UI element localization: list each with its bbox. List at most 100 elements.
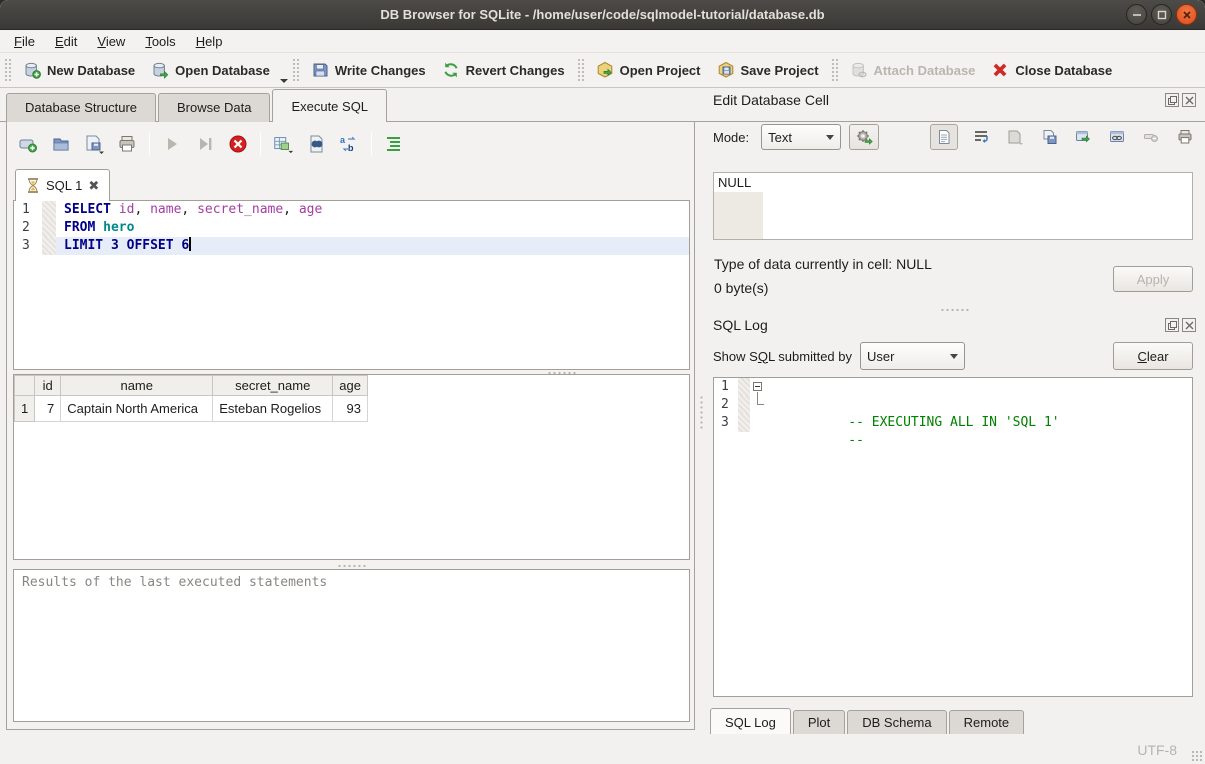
line-number: 3 bbox=[14, 237, 42, 255]
tab-sql-log[interactable]: SQL Log bbox=[710, 708, 791, 736]
execute-sql-panel: a b SQL 1 ✖ bbox=[6, 122, 695, 730]
close-button[interactable] bbox=[1176, 4, 1197, 25]
submitted-by-select[interactable]: User bbox=[860, 342, 965, 370]
edit-cell-dock-header: Edit Database Cell bbox=[713, 90, 1196, 110]
tab-database-structure[interactable]: Database Structure bbox=[6, 93, 156, 122]
column-header-name[interactable]: name bbox=[61, 376, 213, 396]
maximize-button[interactable] bbox=[1151, 4, 1172, 25]
toolbar-drag-handle[interactable] bbox=[4, 58, 11, 82]
fold-marker-icon[interactable] bbox=[753, 382, 762, 391]
menu-file[interactable]: File bbox=[4, 32, 45, 51]
log-line: 2 -- bbox=[714, 396, 1192, 414]
auto-switch-mode-button[interactable] bbox=[849, 124, 879, 150]
format-icon bbox=[384, 134, 404, 154]
results-grid[interactable]: id name secret_name age 1 7 Captain Nort… bbox=[13, 374, 690, 560]
close-database-button[interactable]: Close Database bbox=[983, 57, 1120, 83]
tab-db-schema[interactable]: DB Schema bbox=[847, 710, 946, 736]
cell-id[interactable]: 7 bbox=[35, 396, 61, 422]
copy-link-button[interactable] bbox=[1106, 126, 1128, 148]
close-dock-button[interactable] bbox=[1182, 318, 1196, 332]
text-mode-icon bbox=[936, 129, 952, 145]
sql-doc-tab[interactable]: SQL 1 ✖ bbox=[15, 169, 110, 201]
open-sql-tab-button[interactable] bbox=[17, 133, 39, 155]
splitter-handle[interactable] bbox=[337, 564, 367, 568]
save-results-button[interactable] bbox=[272, 133, 294, 155]
menu-edit[interactable]: Edit bbox=[45, 32, 87, 51]
revert-changes-icon bbox=[442, 61, 460, 79]
print-sql-button[interactable] bbox=[116, 133, 138, 155]
open-project-button[interactable]: Open Project bbox=[588, 57, 709, 83]
cell-secret-name[interactable]: Esteban Rogelios bbox=[213, 396, 333, 422]
float-dock-button[interactable] bbox=[1165, 318, 1179, 332]
chevron-down-icon bbox=[950, 354, 958, 359]
format-sql-button[interactable] bbox=[383, 133, 405, 155]
open-project-label: Open Project bbox=[620, 63, 701, 78]
tab-remote[interactable]: Remote bbox=[949, 710, 1025, 736]
apply-button: Apply bbox=[1113, 266, 1193, 292]
sql-doc-tab-close-icon[interactable]: ✖ bbox=[88, 178, 99, 194]
revert-changes-button[interactable]: Revert Changes bbox=[434, 57, 573, 83]
vertical-splitter-handle[interactable] bbox=[699, 395, 704, 429]
stop-execution-button[interactable] bbox=[227, 133, 249, 155]
dock-tabbar: SQL Log Plot DB Schema Remote bbox=[710, 708, 1026, 736]
menu-help[interactable]: Help bbox=[186, 32, 233, 51]
set-null-icon bbox=[1143, 129, 1159, 145]
word-wrap-button[interactable] bbox=[970, 126, 992, 148]
column-header-id[interactable]: id bbox=[35, 376, 61, 396]
open-database-dropdown-arrow[interactable] bbox=[280, 79, 288, 83]
menu-tools[interactable]: Tools bbox=[135, 32, 185, 51]
cell-editor-gutter bbox=[714, 192, 763, 239]
chevron-down-icon bbox=[826, 135, 834, 140]
window-title: DB Browser for SQLite - /home/user/code/… bbox=[0, 0, 1205, 30]
float-icon bbox=[1168, 96, 1177, 105]
mode-value: Text bbox=[768, 130, 816, 145]
cell-age[interactable]: 93 bbox=[333, 396, 368, 422]
encoding-indicator[interactable]: UTF-8 bbox=[1137, 742, 1177, 758]
new-database-icon bbox=[23, 61, 41, 79]
print-cell-button[interactable] bbox=[1174, 126, 1196, 148]
import-cell-data-button bbox=[1004, 126, 1026, 148]
execute-all-icon bbox=[163, 135, 181, 153]
text-mode-button[interactable] bbox=[930, 124, 958, 150]
open-in-external-button[interactable] bbox=[1072, 126, 1094, 148]
tab-plot[interactable]: Plot bbox=[793, 710, 845, 736]
mode-select[interactable]: Text bbox=[761, 124, 841, 150]
open-database-button[interactable]: Open Database bbox=[143, 57, 278, 83]
stop-icon bbox=[228, 134, 248, 154]
save-sql-file-icon bbox=[83, 134, 105, 154]
find-button[interactable] bbox=[305, 133, 327, 155]
save-sql-file-button[interactable] bbox=[83, 133, 105, 155]
line-number: 2 bbox=[714, 396, 738, 414]
mode-row: Mode: Text bbox=[713, 122, 1196, 152]
float-dock-button[interactable] bbox=[1165, 93, 1179, 107]
close-icon bbox=[1185, 321, 1194, 330]
minimize-button[interactable] bbox=[1126, 4, 1147, 25]
sql-log-view[interactable]: 1 -- EXECUTING ALL IN 'SQL 1' 2 -- 3 bbox=[713, 377, 1193, 697]
sql-editor[interactable]: 1 SELECT id, name, secret_name, age 2 FR… bbox=[13, 200, 690, 370]
log-margin bbox=[738, 378, 750, 396]
open-sql-file-button[interactable] bbox=[50, 133, 72, 155]
save-project-button[interactable]: Save Project bbox=[709, 57, 827, 83]
find-icon bbox=[306, 134, 326, 154]
submitted-by-value: User bbox=[867, 349, 940, 364]
tab-browse-data[interactable]: Browse Data bbox=[158, 93, 270, 122]
splitter-handle[interactable] bbox=[940, 308, 970, 312]
export-cell-data-button[interactable] bbox=[1038, 126, 1060, 148]
table-row[interactable]: 1 7 Captain North America Esteban Rogeli… bbox=[15, 396, 368, 422]
log-text: -- bbox=[848, 433, 864, 448]
line-number: 3 bbox=[714, 414, 738, 432]
menu-view[interactable]: View bbox=[87, 32, 135, 51]
column-header-secret-name[interactable]: secret_name bbox=[213, 376, 333, 396]
tab-execute-sql[interactable]: Execute SQL bbox=[272, 89, 387, 122]
cell-name[interactable]: Captain North America bbox=[61, 396, 213, 422]
new-database-button[interactable]: New Database bbox=[15, 57, 143, 83]
clear-log-button[interactable]: Clear bbox=[1113, 342, 1193, 370]
find-replace-button[interactable]: a b bbox=[338, 133, 360, 155]
close-dock-button[interactable] bbox=[1182, 93, 1196, 107]
column-header-age[interactable]: age bbox=[333, 376, 368, 396]
results-message-pane[interactable]: Results of the last executed statements bbox=[13, 569, 690, 722]
cell-size-info: 0 byte(s) bbox=[714, 280, 768, 296]
write-changes-button[interactable]: Write Changes bbox=[303, 57, 434, 83]
cell-editor[interactable]: NULL bbox=[713, 172, 1193, 240]
resize-grip[interactable] bbox=[1191, 750, 1203, 762]
